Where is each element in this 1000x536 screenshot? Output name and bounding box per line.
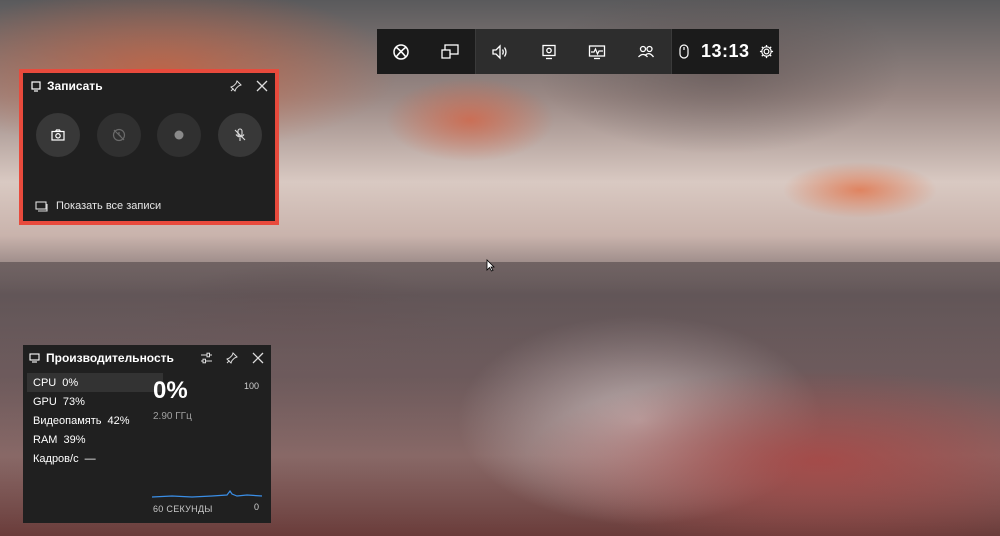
- performance-widget-icon: [29, 353, 40, 363]
- sliders-icon: [200, 352, 212, 364]
- close-button[interactable]: [245, 352, 271, 364]
- settings-button[interactable]: [753, 44, 779, 59]
- record-dot-icon: [174, 130, 184, 140]
- audio-icon: [492, 43, 507, 60]
- close-icon: [252, 352, 264, 364]
- stat-value: 73%: [62, 395, 85, 408]
- cpu-usage-value: 0%: [153, 377, 188, 404]
- capture-icon: [541, 44, 556, 59]
- pin-icon: [226, 352, 238, 364]
- stat-vram[interactable]: Видеопамять 42%: [27, 411, 163, 430]
- mic-toggle-button[interactable]: [217, 113, 262, 157]
- capture-widget-header: Записать: [23, 73, 275, 99]
- clock: 13:13: [700, 41, 750, 61]
- performance-icon: [589, 44, 606, 59]
- capture-widget-title: Записать: [47, 79, 103, 93]
- performance-widget-header: Производительность: [23, 345, 271, 371]
- capture-button[interactable]: [524, 29, 573, 74]
- game-bar: 13:13: [377, 29, 779, 74]
- xbox-icon: [393, 43, 410, 60]
- mouse-icon: [679, 44, 690, 59]
- show-all-captures-link[interactable]: Показать все записи: [23, 191, 275, 221]
- performance-widget-title: Производительность: [46, 351, 174, 365]
- cpu-frequency: 2.90 ГГц: [153, 411, 192, 422]
- record-last-button[interactable]: [96, 113, 141, 157]
- cpu-usage-graph: [152, 489, 262, 498]
- stat-name: Кадров/с: [33, 452, 79, 465]
- gallery-icon: [35, 200, 48, 212]
- graph-max-label: 100: [243, 381, 259, 391]
- xbox-button[interactable]: [377, 29, 426, 74]
- capture-widget-icon: [31, 80, 41, 92]
- capture-controls: [23, 99, 275, 157]
- mic-muted-icon: [234, 128, 246, 141]
- performance-stats-list: CPU 0% GPU 73% Видеопамять 42% RAM 39% К…: [27, 373, 163, 468]
- capture-widget: Записать Показать все записи: [19, 69, 279, 225]
- mouse-cursor: [486, 259, 495, 272]
- stat-value: 39%: [63, 433, 86, 446]
- start-recording-button[interactable]: [157, 113, 202, 157]
- stat-name: GPU: [33, 395, 57, 408]
- audio-button[interactable]: [475, 29, 525, 74]
- stat-fps[interactable]: Кадров/с —: [27, 449, 163, 468]
- social-icon: [638, 45, 655, 57]
- graph-min-label: 0: [253, 502, 259, 512]
- camera-icon: [51, 129, 65, 141]
- stat-gpu[interactable]: GPU 73%: [27, 392, 163, 411]
- widget-menu-icon: [441, 43, 459, 59]
- widget-menu-button[interactable]: [426, 29, 475, 74]
- stat-cpu[interactable]: CPU 0%: [27, 373, 163, 392]
- social-button[interactable]: [621, 29, 671, 74]
- mouse-button[interactable]: [672, 44, 698, 59]
- stat-value: —: [84, 452, 96, 465]
- graph-duration-label: 60 СЕКУНДЫ: [153, 504, 213, 514]
- record-last-icon: [112, 128, 125, 142]
- gear-icon: [759, 44, 773, 59]
- performance-widget: Производительность CPU 0% GPU 73% Видеоп…: [23, 345, 271, 523]
- stat-name: CPU: [33, 376, 57, 389]
- stat-value: 0%: [62, 376, 79, 389]
- close-icon: [256, 80, 268, 92]
- stat-ram[interactable]: RAM 39%: [27, 430, 163, 449]
- stat-name: Видеопамять: [33, 414, 102, 427]
- close-button[interactable]: [249, 80, 275, 92]
- stat-value: 42%: [107, 414, 130, 427]
- pin-button[interactable]: [223, 80, 249, 92]
- show-all-captures-label: Показать все записи: [56, 200, 162, 212]
- stat-name: RAM: [33, 433, 58, 446]
- pin-icon: [230, 80, 242, 92]
- pin-button[interactable]: [219, 352, 245, 364]
- performance-options-button[interactable]: [193, 352, 219, 364]
- screenshot-button[interactable]: [36, 113, 80, 157]
- performance-button[interactable]: [573, 29, 622, 74]
